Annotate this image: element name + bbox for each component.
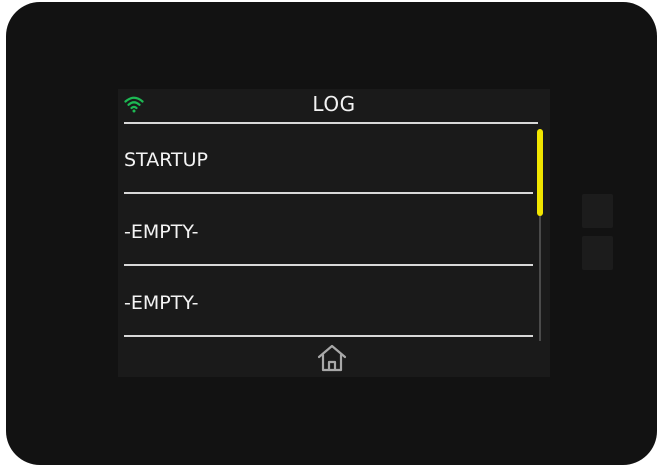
scrollbar-thumb[interactable] (537, 129, 543, 216)
log-item-label: -EMPTY- (124, 292, 199, 314)
log-item-3[interactable]: -EMPTY- (124, 267, 533, 337)
side-button-up[interactable] (582, 194, 613, 228)
list-divider (124, 264, 533, 266)
list-divider (124, 192, 533, 194)
log-item-1[interactable]: STARTUP (124, 124, 533, 194)
log-item-label: -EMPTY- (124, 221, 199, 243)
list-divider (124, 335, 533, 337)
log-item-label: STARTUP (124, 149, 208, 171)
side-button-down[interactable] (582, 236, 613, 270)
screen-header: LOG (118, 89, 550, 124)
log-item-2[interactable]: -EMPTY- (124, 196, 533, 266)
touch-screen: LOG STARTUP -EMPTY- -EMPTY- (118, 89, 550, 377)
home-icon[interactable] (314, 343, 350, 373)
page-title: LOG (312, 92, 356, 116)
